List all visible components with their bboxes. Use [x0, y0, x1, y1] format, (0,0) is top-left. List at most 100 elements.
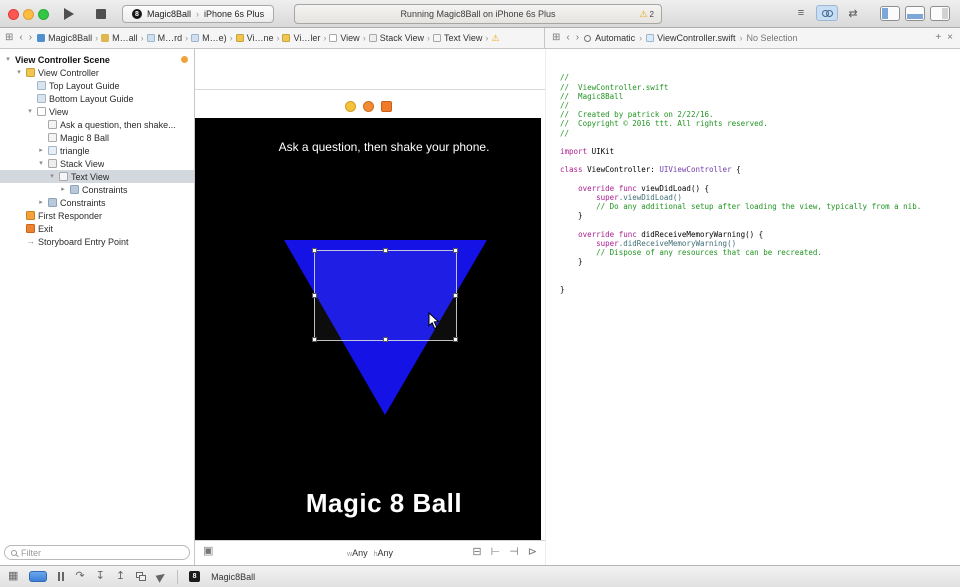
version-editor-button[interactable]: ⇄ — [842, 5, 864, 21]
simulate-location-button[interactable] — [155, 570, 168, 583]
warning-icon[interactable]: ⚠ — [491, 33, 499, 44]
pause-button[interactable] — [58, 572, 65, 581]
disclosure-triangle[interactable]: ▾ — [48, 173, 56, 180]
first-responder-icon[interactable] — [362, 101, 374, 112]
selection-handle[interactable] — [382, 248, 388, 253]
outline-row[interactable]: Bottom Layout Guide — [0, 92, 194, 105]
outline-row[interactable]: ▸ Constraints — [0, 196, 194, 209]
scheme-target[interactable]: Magic8Ball — [147, 9, 191, 19]
scheme-selector[interactable]: 8 Magic8Ball › iPhone 6s Plus — [122, 5, 275, 23]
code-line[interactable]: override func viewDidLoad() { — [560, 184, 960, 193]
forward-button[interactable]: › — [575, 33, 580, 43]
code-line[interactable]: } — [560, 257, 960, 266]
code-line[interactable]: // — [560, 129, 960, 138]
outline-row[interactable]: Ask a question, then shake... — [0, 118, 194, 131]
code-line[interactable]: // Created by patrick on 2/22/16. — [560, 110, 960, 119]
disclosure-triangle[interactable]: ▾ — [26, 108, 34, 115]
outline-row[interactable]: ▾ View Controller Scene — [0, 53, 194, 66]
breadcrumb-item[interactable]: View — [329, 33, 360, 43]
breakpoints-button[interactable] — [29, 571, 48, 582]
selection-handle[interactable] — [453, 248, 458, 253]
code-line[interactable]: class ViewController: UIViewController { — [560, 165, 960, 174]
outline-row[interactable]: First Responder — [0, 209, 194, 222]
question-label[interactable]: Ask a question, then shake your phone. — [227, 140, 541, 154]
breadcrumb-item[interactable]: Magic8Ball — [37, 33, 92, 43]
assistant-editor-button[interactable] — [816, 5, 838, 21]
breadcrumb-item[interactable]: M…e) — [191, 33, 227, 43]
outline-row[interactable]: → Storyboard Entry Point — [0, 235, 194, 248]
disclosure-triangle[interactable]: ▾ — [4, 56, 12, 63]
code-line[interactable]: override func didReceiveMemoryWarning() … — [560, 230, 960, 239]
warning-badge[interactable]: ⚠ 2 — [639, 5, 654, 23]
close-window-button[interactable] — [8, 9, 19, 20]
view-debugger-button[interactable] — [136, 572, 147, 581]
breadcrumb-selection[interactable]: No Selection — [746, 33, 797, 43]
step-over-button[interactable]: ↷ — [75, 571, 84, 582]
selection-handle[interactable] — [382, 337, 388, 342]
breadcrumb-file[interactable]: ViewController.swift — [646, 33, 735, 43]
standard-editor-button[interactable]: ≡ — [790, 5, 812, 21]
toggle-debug-area-button[interactable]: ▦ — [8, 571, 18, 582]
disclosure-triangle[interactable]: ▾ — [37, 160, 45, 167]
running-app-label[interactable]: Magic8Ball — [211, 572, 255, 582]
selection-handle[interactable] — [312, 248, 317, 253]
outline-row[interactable]: Magic 8 Ball — [0, 131, 194, 144]
outline-row[interactable]: ▸ Constraints — [0, 183, 194, 196]
code-line[interactable]: // Dispose of any resources that can be … — [560, 248, 960, 257]
back-button[interactable]: ‹ — [18, 33, 23, 43]
related-items-button[interactable]: ⊞ — [4, 33, 14, 43]
code-line[interactable] — [560, 174, 960, 183]
disclosure-triangle[interactable]: ▾ — [15, 69, 23, 76]
code-line[interactable]: // — [560, 101, 960, 110]
code-line[interactable] — [560, 276, 960, 285]
run-button[interactable] — [64, 7, 80, 21]
code-line[interactable]: // Magic8Ball — [560, 92, 960, 101]
outline-row[interactable]: ▾ View — [0, 105, 194, 118]
breadcrumb-item[interactable]: Text View — [433, 33, 482, 43]
resolve-auto-layout-button[interactable]: ⊳ — [528, 545, 537, 560]
outline-row[interactable]: ▾ Stack View — [0, 157, 194, 170]
breadcrumb-assistant-mode[interactable]: Automatic — [595, 33, 635, 43]
disclosure-triangle[interactable]: ▸ — [37, 199, 45, 206]
breadcrumb-item[interactable]: M…rd — [146, 33, 182, 43]
breadcrumb-item[interactable]: Vi…ne — [235, 33, 273, 43]
close-assistant-editor-button[interactable]: × — [946, 33, 954, 43]
code-line[interactable]: // — [560, 73, 960, 82]
exit-icon[interactable] — [380, 101, 392, 112]
outline-row[interactable]: ▾ View Controller — [0, 66, 194, 79]
selection-handle[interactable] — [312, 337, 317, 342]
code-line[interactable]: super.viewDidLoad() — [560, 193, 960, 202]
utilities-toggle-button[interactable] — [930, 5, 950, 21]
selection-handle[interactable] — [312, 292, 317, 298]
zoom-window-button[interactable] — [38, 9, 49, 20]
disclosure-triangle[interactable]: ▸ — [37, 147, 45, 154]
code-editor[interactable]: //// ViewController.swift// Magic8Ball//… — [546, 49, 960, 565]
interface-builder-canvas[interactable]: Ask a question, then shake your phone. M… — [195, 49, 545, 565]
align-button[interactable]: ⊢ — [491, 545, 501, 560]
breadcrumb-item[interactable]: Stack View — [368, 33, 424, 43]
outline-row[interactable]: ▾ Text View — [0, 170, 194, 183]
scheme-device[interactable]: iPhone 6s Plus — [204, 9, 264, 19]
step-into-button[interactable]: ↧ — [96, 571, 105, 582]
phone-screen[interactable]: Ask a question, then shake your phone. M… — [195, 118, 541, 540]
selection-handle[interactable] — [453, 292, 458, 298]
code-line[interactable]: // Do any additional setup after loading… — [560, 202, 960, 211]
add-assistant-editor-button[interactable]: + — [934, 33, 942, 43]
back-button[interactable]: ‹ — [565, 33, 570, 43]
stack-button[interactable]: ⊟ — [472, 545, 481, 560]
code-line[interactable]: // ViewController.swift — [560, 83, 960, 92]
filter-field[interactable]: Filter — [4, 545, 190, 560]
code-line[interactable]: } — [560, 211, 960, 220]
breadcrumb-item[interactable]: Vi…ler — [282, 33, 320, 43]
navigator-toggle-button[interactable] — [880, 5, 900, 21]
outline-row[interactable]: ▸ triangle — [0, 144, 194, 157]
selection-handle[interactable] — [453, 337, 458, 342]
stop-button[interactable] — [96, 8, 108, 20]
view-controller-icon[interactable] — [344, 101, 356, 112]
code-line[interactable]: import UIKit — [560, 147, 960, 156]
code-line[interactable] — [560, 138, 960, 147]
code-line[interactable]: // Copyright © 2016 ttt. All rights rese… — [560, 119, 960, 128]
breadcrumb-item[interactable]: M…all — [101, 33, 138, 43]
debug-area-toggle-button[interactable] — [905, 5, 925, 21]
outline-row[interactable]: Top Layout Guide — [0, 79, 194, 92]
